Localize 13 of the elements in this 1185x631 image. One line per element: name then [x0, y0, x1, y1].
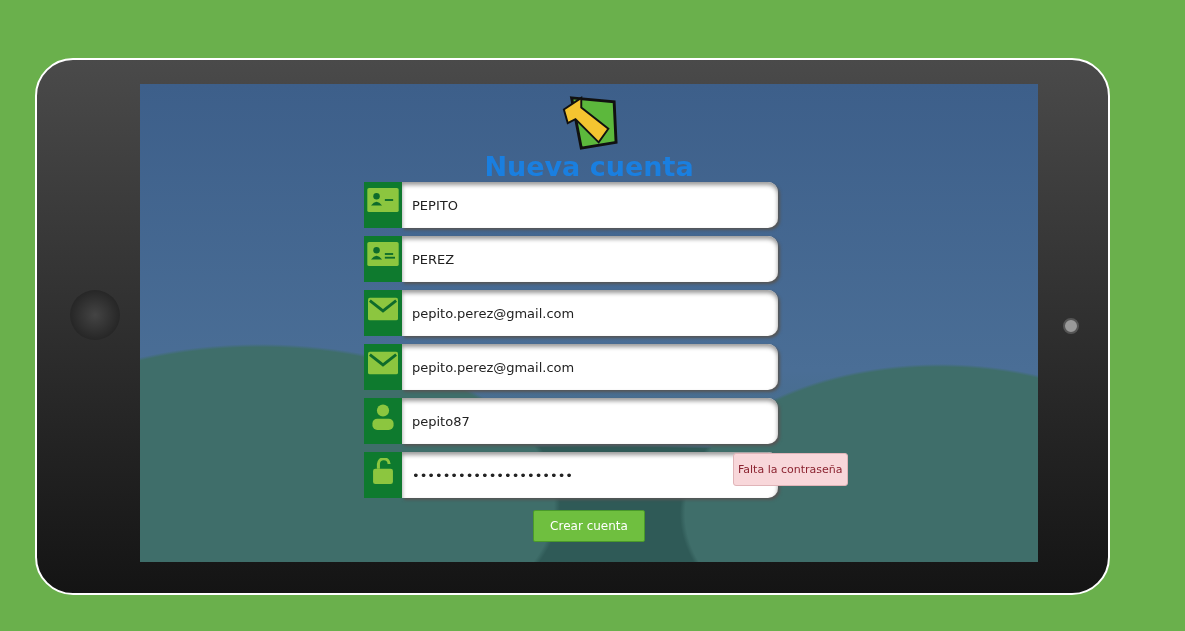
- envelope-icon: [368, 296, 398, 322]
- id-card-icon: [367, 188, 399, 212]
- form-title: Nueva cuenta: [484, 152, 694, 182]
- error-tooltip: Falta la contraseña: [733, 453, 848, 486]
- input-field[interactable]: pepito.perez@gmail.com: [402, 290, 778, 336]
- input-field[interactable]: pepito87: [402, 398, 778, 444]
- home-button-icon: [1063, 318, 1079, 334]
- camera-icon: [70, 290, 120, 340]
- input-field[interactable]: pepito.perez@gmail.com: [402, 344, 778, 390]
- envelope-icon: [368, 350, 398, 376]
- input-field[interactable]: PEREZ: [402, 236, 778, 282]
- id-card-icon: [367, 242, 399, 266]
- input-field[interactable]: PEPITO: [402, 182, 778, 228]
